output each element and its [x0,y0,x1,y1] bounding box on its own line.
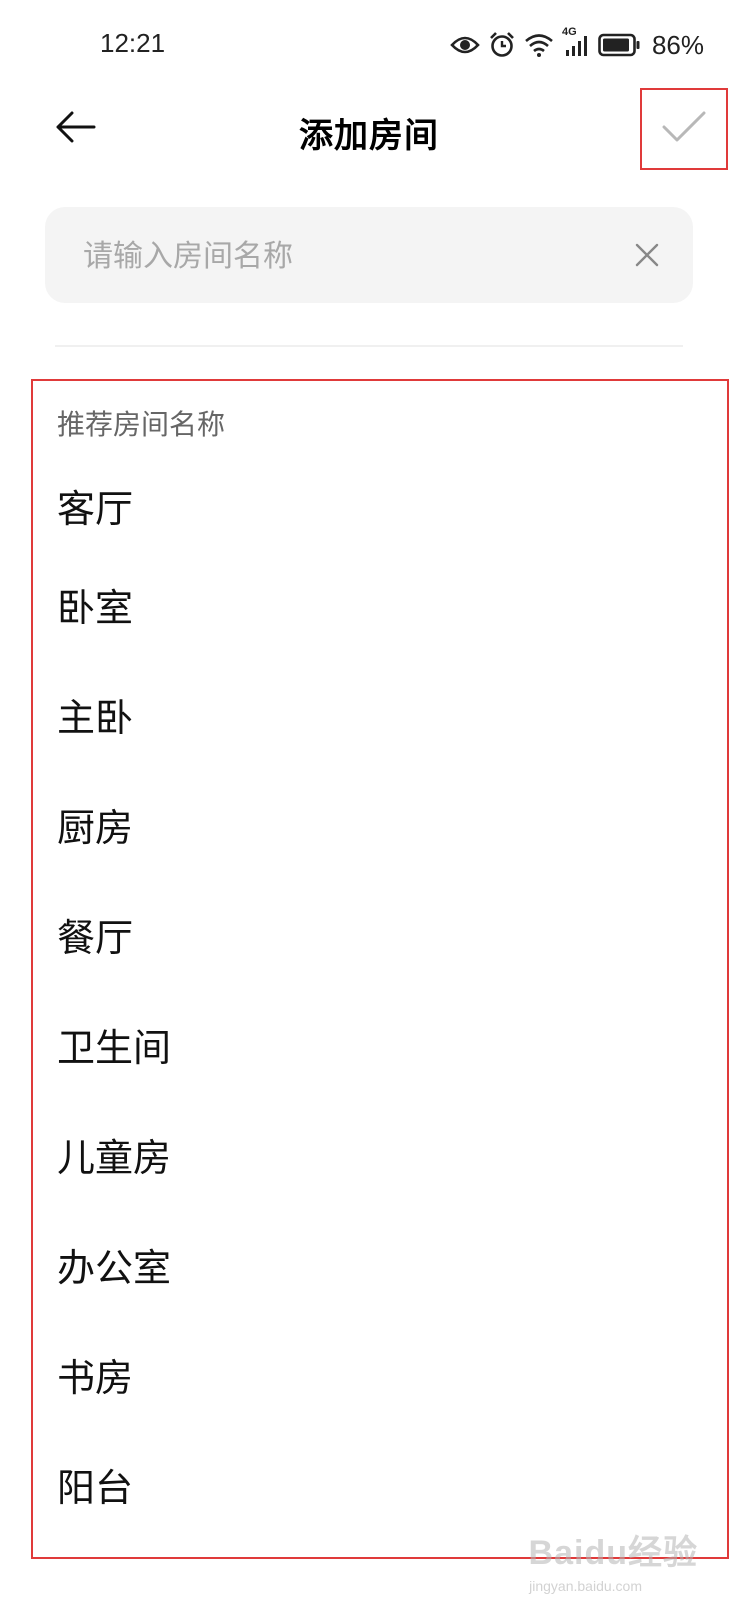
status-bar: 12:21 4G 86% [0,0,738,92]
cellular-signal-icon: 4G [562,26,590,58]
suggestion-item[interactable]: 儿童房 [57,1099,697,1209]
suggestion-item[interactable]: 客厅 [57,461,697,549]
wifi-icon [524,32,554,58]
checkmark-icon [661,110,707,148]
suggestion-item[interactable]: 卫生间 [57,989,697,1099]
suggestion-item[interactable]: 厨房 [57,769,697,879]
battery-icon [598,33,640,57]
suggested-names-heading: 推荐房间名称 [57,408,226,441]
eye-icon [450,34,480,56]
suggested-names-section: 推荐房间名称 客厅 卧室 主卧 厨房 餐厅 卫生间 儿童房 办公室 书房 阳台 [31,379,729,1559]
confirm-button[interactable] [640,88,728,170]
watermark-url: jingyan.baidu.com [529,1578,642,1594]
status-icons: 4G 86% [450,26,704,62]
alarm-icon [488,31,516,59]
suggestion-item[interactable]: 办公室 [57,1209,697,1319]
room-name-input[interactable] [81,207,605,305]
suggested-names-list: 客厅 卧室 主卧 厨房 餐厅 卫生间 儿童房 办公室 书房 阳台 [57,461,697,1539]
suggestion-item[interactable]: 书房 [57,1319,697,1429]
divider [55,345,683,347]
status-time: 12:21 [100,28,166,58]
close-icon [633,243,661,273]
battery-percentage: 86% [651,29,704,60]
page-title: 添加房间 [299,116,439,156]
suggestion-item[interactable]: 餐厅 [57,879,697,989]
network-type-label: 4G [561,26,577,38]
clear-input-button[interactable] [633,241,661,269]
watermark: Baidu经验 [528,1534,698,1572]
suggestion-item[interactable]: 主卧 [57,659,697,769]
room-name-field [45,207,693,305]
suggestion-item[interactable]: 卧室 [57,549,697,659]
suggestion-item[interactable]: 阳台 [57,1429,697,1539]
